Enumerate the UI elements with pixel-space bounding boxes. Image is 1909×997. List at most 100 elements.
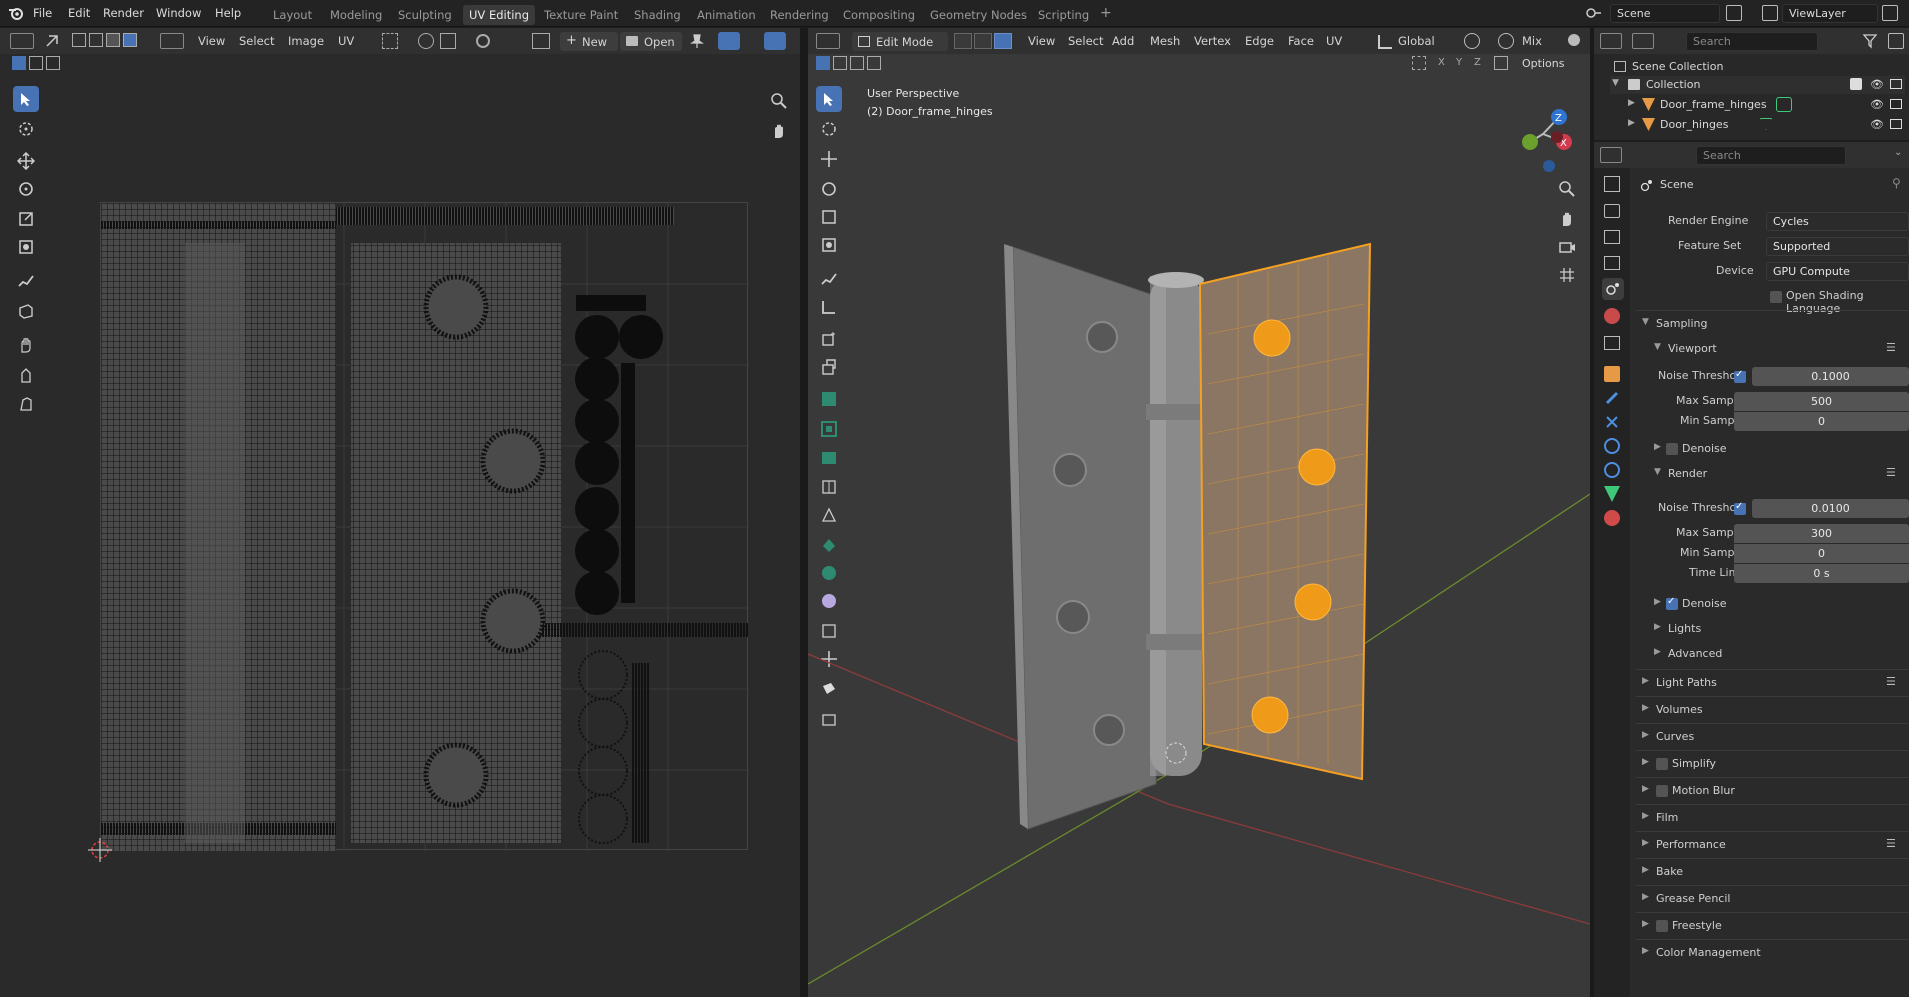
light-paths-presets-list-icon[interactable]: ☰ (1886, 675, 1896, 688)
tab-scripting[interactable]: Scripting (1038, 8, 1089, 22)
r-denoise-subpanel-header[interactable]: ▶ Denoise (1636, 594, 1909, 614)
snap-target-icon[interactable] (440, 33, 456, 49)
snapping-icon[interactable] (1498, 33, 1514, 49)
performance-panel-header[interactable]: ▶ Performance ☰ (1636, 831, 1909, 857)
object-expand-icon[interactable]: ▶ (1628, 118, 1635, 128)
grab-tool-icon[interactable] (13, 332, 39, 358)
mesh-data-icon[interactable] (1776, 97, 1792, 112)
object-tab-icon[interactable] (1604, 366, 1620, 382)
mode-selector[interactable]: Edit Mode (852, 32, 948, 51)
shading-mix-label[interactable]: Mix (1522, 34, 1542, 48)
edge-select-icon[interactable] (89, 33, 103, 47)
freestyle-checkbox[interactable] (1656, 920, 1668, 932)
tab-layout[interactable]: Layout (273, 8, 312, 22)
collection-exclude-checkbox[interactable] (1850, 78, 1862, 90)
modifier-tab-icon[interactable] (1604, 390, 1620, 406)
color-management-panel-header[interactable]: ▶ Color Management (1636, 939, 1909, 965)
vp-menu-vertex[interactable]: Vertex (1194, 34, 1231, 48)
extend-selection-icon[interactable] (29, 56, 43, 70)
rotate-tool-icon[interactable] (13, 176, 39, 202)
vp-noise-threshold-checkbox[interactable] (1734, 369, 1746, 383)
camera-view-icon[interactable] (1558, 238, 1576, 256)
new-view-layer-icon[interactable] (1882, 5, 1898, 21)
freestyle-panel-header[interactable]: ▶ Freestyle (1636, 912, 1909, 938)
filter-icon[interactable] (1862, 33, 1878, 49)
move-tool-icon[interactable] (13, 148, 39, 174)
mesh-data-icon[interactable] (1760, 118, 1772, 130)
open-image-button[interactable]: Open (620, 32, 682, 51)
pinch-tool-icon[interactable] (13, 390, 39, 416)
annotate-tool-icon[interactable] (13, 268, 39, 294)
set-selection-icon[interactable] (12, 56, 26, 70)
blender-logo-icon[interactable] (8, 6, 24, 20)
uv-grid[interactable] (100, 202, 749, 851)
vp-menu-mesh[interactable]: Mesh (1150, 34, 1180, 48)
properties-editor-type-icon[interactable] (1600, 147, 1622, 163)
uv-2d-cursor-icon[interactable] (88, 838, 112, 862)
uv-menu-uv[interactable]: UV (338, 34, 354, 48)
pin-icon[interactable] (690, 33, 704, 49)
collection-tab-icon[interactable] (1604, 336, 1620, 350)
r-time-limit-field[interactable]: 0 s (1734, 564, 1909, 583)
vp-menu-add[interactable]: Add (1112, 34, 1134, 48)
tab-modeling[interactable]: Modeling (330, 8, 382, 22)
collection-visibility-eye-icon[interactable]: 👁 (1870, 78, 1884, 91)
pivot-icon[interactable] (382, 33, 398, 49)
outliner-object-row[interactable]: ▶ Door_frame_hinges 👁 (1610, 96, 1905, 114)
collection-render-camera-icon[interactable] (1890, 79, 1902, 89)
pivot-point-icon[interactable] (1464, 33, 1480, 49)
vp-menu-view[interactable]: View (1028, 34, 1055, 48)
outliner-collection-row[interactable]: ▼ Collection 👁 (1610, 76, 1905, 94)
scene-selector[interactable]: Scene (1610, 4, 1720, 23)
curves-panel-header[interactable]: ▶ Curves (1636, 723, 1909, 749)
vp-denoise-subpanel-header[interactable]: ▶ Denoise (1636, 439, 1909, 459)
uv-gizmo-toggle-icon[interactable] (718, 32, 740, 50)
grease-pencil-panel-header[interactable]: ▶ Grease Pencil (1636, 885, 1909, 911)
view-layer-selector[interactable]: ViewLayer (1782, 4, 1878, 23)
3d-viewport[interactable]: Edit Mode View Select Add Mesh Vertex Ed… (808, 28, 1590, 997)
data-tab-icon[interactable] (1604, 486, 1620, 502)
r-noise-threshold-checkbox[interactable] (1734, 501, 1746, 515)
transform-orientation-dropdown[interactable]: Global (1378, 32, 1460, 51)
scene-tab-icon[interactable] (1602, 278, 1624, 300)
tab-animation[interactable]: Animation (697, 8, 756, 22)
vp-pan-hand-icon[interactable] (1558, 210, 1576, 228)
vp-denoise-checkbox[interactable] (1666, 443, 1678, 455)
area-divider[interactable] (800, 28, 808, 997)
uv-zoom-icon[interactable] (770, 92, 788, 110)
scale-tool-icon[interactable] (13, 206, 39, 232)
tool-tab-icon[interactable] (1604, 176, 1620, 192)
tab-texture-paint[interactable]: Texture Paint (544, 8, 618, 22)
face-mode-icon[interactable] (994, 33, 1012, 49)
uv-menu-image[interactable]: Image (288, 34, 324, 48)
r-min-samples-field[interactable]: 0 (1734, 544, 1909, 563)
subtract-selection-icon[interactable] (46, 56, 60, 70)
tab-shading[interactable]: Shading (634, 8, 681, 22)
select-box-tool-icon[interactable] (13, 86, 39, 112)
r-denoise-checkbox[interactable] (1666, 596, 1678, 610)
bake-panel-header[interactable]: ▶ Bake (1636, 858, 1909, 884)
island-select-icon[interactable] (123, 33, 137, 47)
edge-mode-icon[interactable] (974, 33, 992, 49)
sync-selection-icon[interactable] (44, 33, 60, 49)
tab-rendering[interactable]: Rendering (770, 8, 829, 22)
sticky-selection-icon[interactable] (160, 33, 184, 49)
menu-file[interactable]: File (33, 6, 52, 20)
outliner-editor-type-icon[interactable] (1600, 33, 1622, 49)
snap-icon[interactable] (418, 33, 434, 49)
navigation-gizmo[interactable]: Z X (1508, 96, 1578, 176)
transform-tool-icon[interactable] (13, 234, 39, 260)
outliner-object-row[interactable]: ▶ Door_hinges 👁 (1610, 116, 1905, 134)
uv-menu-select[interactable]: Select (239, 34, 274, 48)
editor-type-icon[interactable] (10, 33, 34, 49)
tab-sculpting[interactable]: Sculpting (398, 8, 452, 22)
render-presets-list-icon[interactable]: ☰ (1886, 466, 1896, 479)
uv-pan-hand-icon[interactable] (770, 122, 788, 140)
object-render-camera-icon[interactable] (1890, 99, 1902, 109)
ortho-toggle-icon[interactable] (1558, 266, 1576, 284)
material-tab-icon[interactable] (1604, 510, 1620, 526)
object-visibility-eye-icon[interactable]: 👁 (1870, 98, 1884, 111)
object-visibility-eye-icon[interactable]: 👁 (1870, 118, 1884, 131)
performance-presets-list-icon[interactable]: ☰ (1886, 837, 1896, 850)
vp-noise-threshold-field[interactable]: 0.1000 (1752, 367, 1909, 386)
